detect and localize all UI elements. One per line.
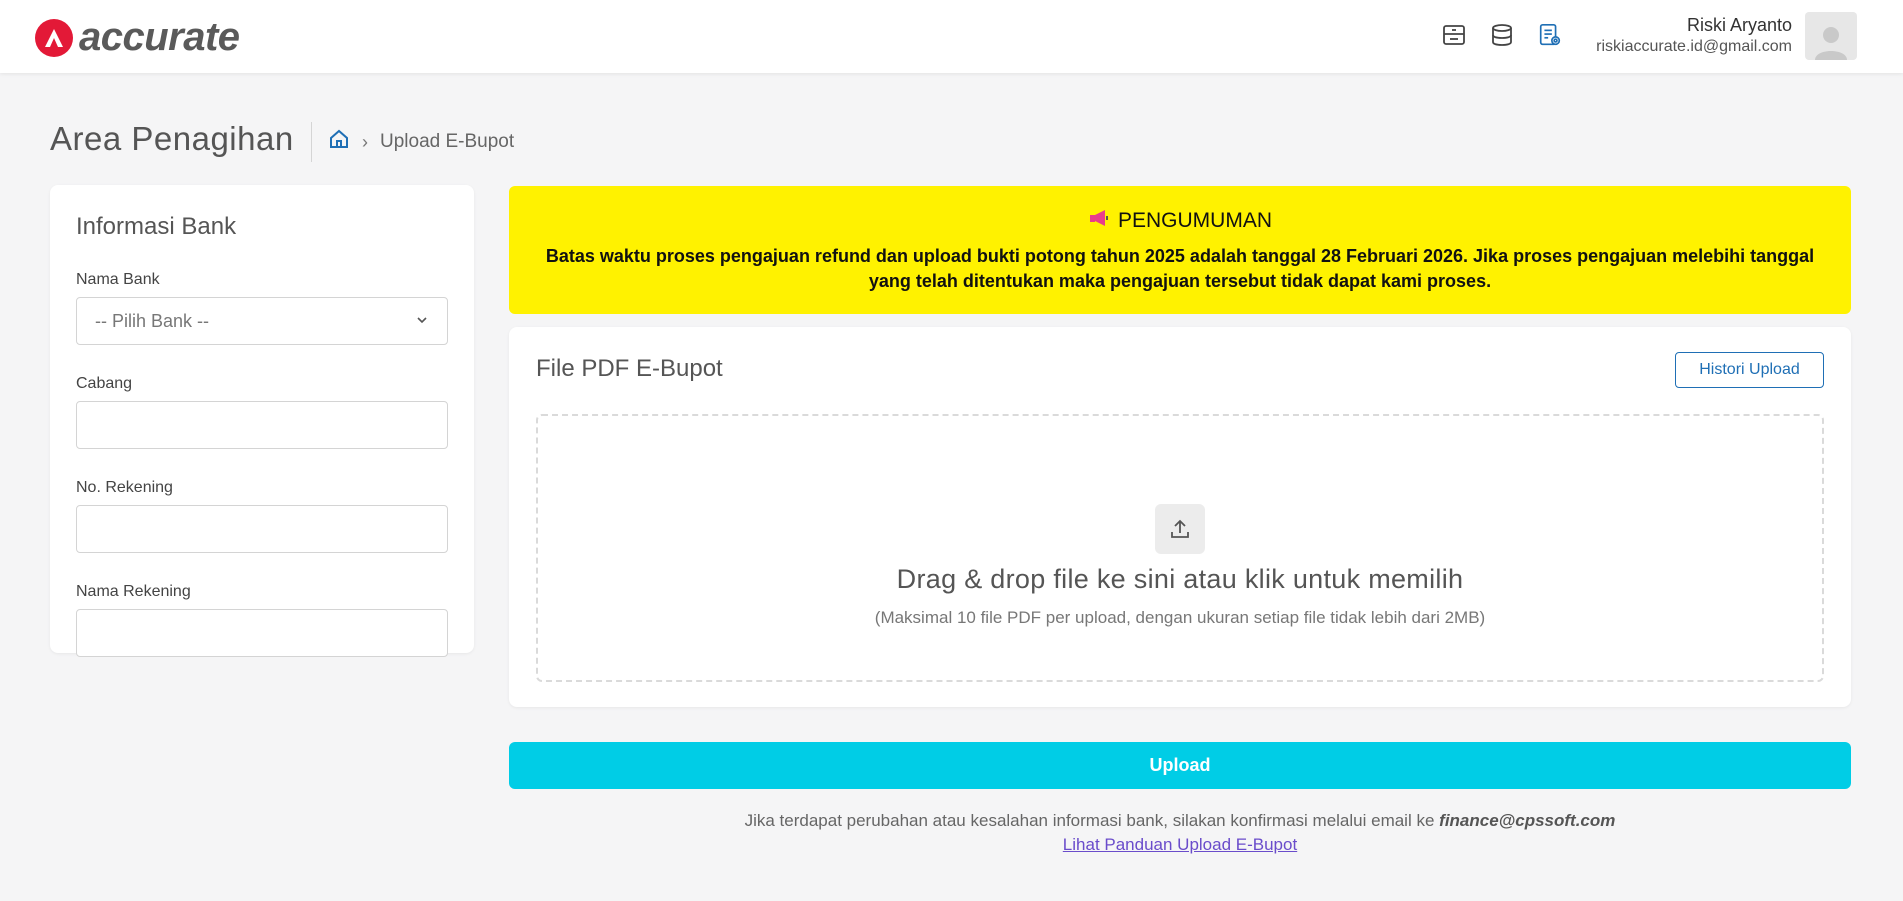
branch-label: Cabang (76, 375, 133, 392)
upload-title: File PDF E-Bupot (536, 355, 723, 382)
bank-name-label: Nama Bank (76, 271, 160, 288)
dropzone-hint: (Maksimal 10 file PDF per upload, dengan… (874, 608, 1486, 627)
upload-history-button[interactable]: Histori Upload (1675, 352, 1824, 388)
title-divider (311, 122, 312, 162)
brand-name: accurate (79, 15, 240, 59)
home-icon[interactable] (328, 128, 350, 156)
dropzone-instruction: Drag & drop file ke sini atau klik untuk… (896, 564, 1464, 594)
upload-guide-link[interactable]: Lihat Panduan Upload E-Bupot (509, 835, 1851, 855)
account-number-label: No. Rekening (76, 479, 173, 496)
user-email: riskiaccurate.id@gmail.com (1596, 38, 1792, 55)
bank-name-select[interactable]: -- Pilih Bank -- (76, 297, 448, 345)
announcement-banner: PENGUMUMAN Batas waktu proses pengajuan … (509, 186, 1851, 314)
document-settings-icon[interactable] (1537, 20, 1563, 50)
avatar[interactable] (1805, 12, 1857, 60)
bank-info-title: Informasi Bank (76, 213, 237, 240)
upload-icon (1155, 504, 1205, 554)
user-name: Riski Aryanto (1686, 15, 1792, 35)
chevron-down-icon (415, 311, 429, 332)
archive-icon[interactable] (1441, 20, 1467, 50)
footer-email: finance@cpssoft.com (1439, 811, 1616, 830)
user-info[interactable]: Riski Aryanto riskiaccurate.id@gmail.com (1596, 14, 1792, 58)
branch-input[interactable] (76, 401, 448, 449)
announcement-title-row: PENGUMUMAN (509, 208, 1851, 234)
account-number-input[interactable] (76, 505, 448, 553)
breadcrumb-current: Upload E-Bupot (380, 131, 515, 152)
database-icon[interactable] (1489, 20, 1515, 50)
brand-logo[interactable]: accurate (35, 15, 240, 60)
file-dropzone[interactable]: Drag & drop file ke sini atau klik untuk… (536, 414, 1824, 682)
bank-info-card: Informasi Bank Nama Bank -- Pilih Bank -… (50, 185, 474, 657)
page-title: Area Penagihan (50, 120, 294, 157)
bank-name-placeholder: -- Pilih Bank -- (95, 310, 210, 331)
footer-note: Jika terdapat perubahan atau kesalahan i… (509, 811, 1851, 831)
upload-button[interactable]: Upload (509, 742, 1851, 789)
upload-card: File PDF E-Bupot Histori Upload Drag & d… (509, 327, 1851, 707)
announcement-text: Batas waktu proses pengajuan refund dan … (545, 246, 1815, 291)
user-avatar-icon (1815, 27, 1847, 60)
announcement-title: PENGUMUMAN (1117, 209, 1272, 232)
account-name-input[interactable] (76, 609, 448, 657)
account-name-label: Nama Rekening (76, 583, 191, 600)
top-navigation-bar: accurate Riski Aryanto riskiaccurate.id@… (0, 0, 1903, 73)
chevron-right-icon: › (362, 131, 368, 152)
footer-note-text: Jika terdapat perubahan atau kesalahan i… (744, 811, 1435, 830)
breadcrumb: › Upload E-Bupot (328, 128, 514, 156)
accurate-logo-icon (35, 18, 73, 57)
megaphone-icon (1088, 208, 1110, 234)
